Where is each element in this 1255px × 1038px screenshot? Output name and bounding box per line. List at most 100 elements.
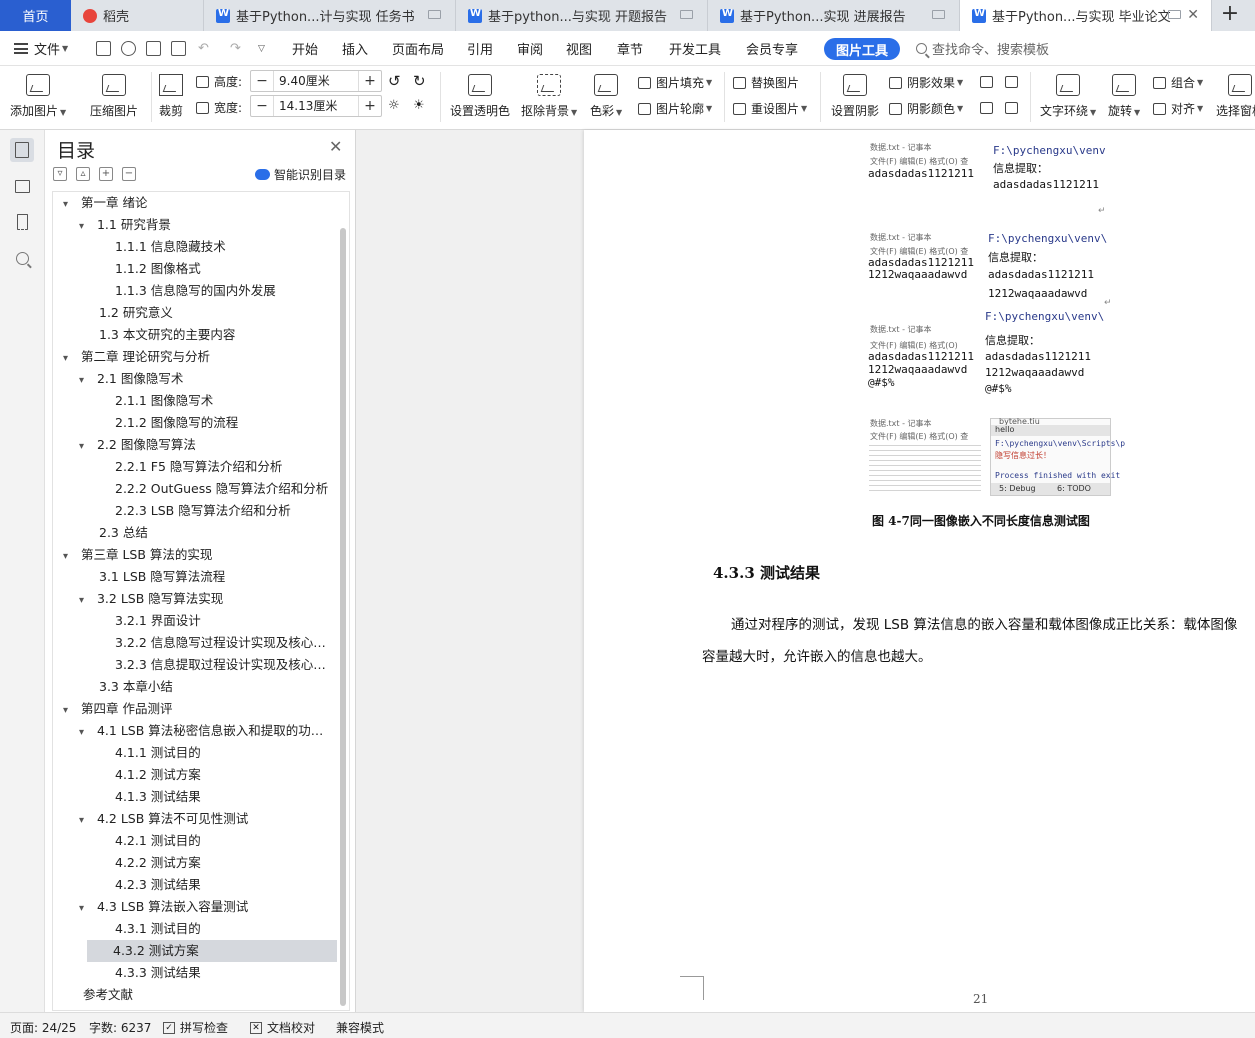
- rotate-left-icon[interactable]: ↺: [388, 72, 401, 90]
- menu-picture-tools[interactable]: 图片工具: [824, 38, 901, 60]
- reset-picture-button[interactable]: 重设图片 ▼: [733, 100, 807, 117]
- toc-item[interactable]: ▾ 4.1 LSB 算法秘密信息嵌入和提取的功能 ...: [53, 720, 333, 742]
- chevron-down-icon[interactable]: ▾: [79, 898, 93, 918]
- toc-item[interactable]: 1.1.1 信息隐藏技术: [53, 236, 333, 258]
- spell-check-toggle[interactable]: ✓ 拼写检查: [163, 1019, 228, 1036]
- decrease-height-button[interactable]: −: [251, 71, 273, 91]
- chapter-panel-button[interactable]: [10, 174, 34, 198]
- redo-icon[interactable]: ↷: [230, 31, 241, 66]
- toc-item[interactable]: 4.1.3 测试结果: [53, 786, 333, 808]
- toc-item[interactable]: ▾ 3.2 LSB 隐写算法实现: [53, 588, 333, 610]
- toc-item[interactable]: ▾ 1.1 研究背景: [53, 214, 333, 236]
- toc-scrollbar[interactable]: [340, 228, 346, 1006]
- tab-doc-3[interactable]: 基于Python...实现 进展报告: [708, 0, 960, 31]
- set-transparent-button[interactable]: 设置透明色: [450, 74, 510, 119]
- shadow-right-icon[interactable]: [1005, 102, 1018, 114]
- ai-recognize-toc-button[interactable]: 智能识别目录: [255, 166, 346, 183]
- toc-item[interactable]: 3.3 本章小结: [53, 676, 333, 698]
- set-shadow-button[interactable]: 设置阴影: [831, 74, 879, 119]
- toc-item[interactable]: ▾ 4.2 LSB 算法不可见性测试: [53, 808, 333, 830]
- toc-item[interactable]: 4.2.2 测试方案: [53, 852, 333, 874]
- toc-item[interactable]: 2.2.1 F5 隐写算法介绍和分析: [53, 456, 333, 478]
- increase-height-button[interactable]: +: [359, 71, 381, 91]
- toc-item[interactable]: 2.3 总结: [53, 522, 333, 544]
- shadow-up-icon[interactable]: [980, 76, 993, 88]
- bookmark-panel-button[interactable]: [10, 210, 34, 234]
- add-heading-icon[interactable]: +: [99, 167, 113, 181]
- replace-picture-button[interactable]: 替换图片: [733, 74, 799, 91]
- toc-item[interactable]: 1.2 研究意义: [53, 302, 333, 324]
- window-icon[interactable]: [680, 10, 693, 19]
- toc-item[interactable]: 4.1.2 测试方案: [53, 764, 333, 786]
- chevron-down-icon[interactable]: ▾: [79, 436, 93, 456]
- menu-developer[interactable]: 开发工具: [669, 31, 721, 66]
- toc-item[interactable]: ▾ 第四章 作品测评: [53, 698, 333, 720]
- chevron-down-icon[interactable]: ▾: [63, 546, 77, 566]
- page-indicator[interactable]: 页面: 24/25: [10, 1019, 76, 1036]
- crop-button[interactable]: 裁剪: [159, 74, 183, 119]
- command-search[interactable]: 查找命令、搜索模板: [916, 31, 1049, 66]
- menu-chapter[interactable]: 章节: [617, 31, 643, 66]
- brightness-down-icon[interactable]: ☼: [388, 98, 400, 113]
- chevron-down-icon[interactable]: ▾: [79, 722, 93, 742]
- figure-screenshot-4[interactable]: 数据.txt - 记事本 文件(F) 编辑(E) 格式(O) 查 bytehe.…: [866, 414, 1125, 498]
- undo-icon[interactable]: ↶: [198, 31, 209, 66]
- toc-item[interactable]: 参考文献: [53, 984, 333, 1006]
- shadow-left-icon[interactable]: [980, 102, 993, 114]
- shadow-color-button[interactable]: 阴影颜色 ▼: [889, 100, 963, 117]
- select-pane-button[interactable]: 选择窗格: [1216, 74, 1255, 119]
- align-button[interactable]: 对齐 ▼: [1153, 100, 1203, 117]
- menu-start[interactable]: 开始: [292, 31, 318, 66]
- toc-panel-button[interactable]: [10, 138, 34, 162]
- rotate-right-icon[interactable]: ↻: [413, 72, 426, 90]
- menu-view[interactable]: 视图: [566, 31, 592, 66]
- menu-insert[interactable]: 插入: [342, 31, 368, 66]
- picture-fill-button[interactable]: 图片填充 ▼: [638, 74, 712, 91]
- tab-doc-1[interactable]: 基于Python...计与实现 任务书: [204, 0, 456, 31]
- picture-outline-button[interactable]: 图片轮廓 ▼: [638, 100, 712, 117]
- chevron-down-icon[interactable]: ▾: [79, 590, 93, 610]
- group-button[interactable]: 组合 ▼: [1153, 74, 1203, 91]
- print-icon[interactable]: [146, 41, 161, 56]
- quick-access-dropdown-icon[interactable]: ▽: [258, 31, 265, 66]
- chevron-down-icon[interactable]: ▾: [63, 700, 77, 720]
- tab-daoke[interactable]: 稻壳: [71, 0, 204, 31]
- new-tab-button[interactable]: +: [1216, 3, 1244, 27]
- toc-item[interactable]: 3.1 LSB 隐写算法流程: [53, 566, 333, 588]
- close-icon[interactable]: ✕: [329, 137, 342, 156]
- height-spinner[interactable]: − 9.40厘米 +: [250, 70, 382, 92]
- file-menu[interactable]: 文件 ▼: [14, 31, 68, 66]
- height-input[interactable]: 9.40厘米: [273, 71, 359, 91]
- shadow-effect-button[interactable]: 阴影效果 ▼: [889, 74, 963, 91]
- menu-member[interactable]: 会员专享: [746, 31, 798, 66]
- decrease-width-button[interactable]: −: [251, 96, 273, 116]
- toc-item[interactable]: ▾ 4.3 LSB 算法嵌入容量测试: [53, 896, 333, 918]
- width-input[interactable]: 14.13厘米: [273, 96, 359, 116]
- chevron-down-icon[interactable]: ▾: [63, 194, 77, 214]
- text-wrap-button[interactable]: 文字环绕 ▼: [1040, 74, 1096, 119]
- figure-screenshot-2[interactable]: 数据.txt - 记事本 文件(F) 编辑(E) 格式(O) 查 adasdad…: [866, 230, 1107, 302]
- toc-item[interactable]: ▾ 2.1 图像隐写术: [53, 368, 333, 390]
- figure-screenshot-3[interactable]: 数据.txt - 记事本 文件(F) 编辑(E) 格式(O) adasdadas…: [866, 310, 1111, 398]
- toc-item[interactable]: 4.2.3 测试结果: [53, 874, 333, 896]
- toc-item[interactable]: ▾ 第三章 LSB 算法的实现: [53, 544, 333, 566]
- toc-item[interactable]: 2.2.3 LSB 隐写算法介绍和分析: [53, 500, 333, 522]
- menu-references[interactable]: 引用: [467, 31, 493, 66]
- increase-width-button[interactable]: +: [359, 96, 381, 116]
- shadow-down-icon[interactable]: [1005, 76, 1018, 88]
- rotate-button[interactable]: 旋转 ▼: [1108, 74, 1140, 119]
- compress-picture-button[interactable]: 压缩图片: [90, 74, 138, 119]
- toc-item[interactable]: 4.3.3 测试结果: [53, 962, 333, 984]
- find-panel-button[interactable]: [10, 246, 34, 270]
- toc-item[interactable]: 1.1.3 信息隐写的国内外发展: [53, 280, 333, 302]
- toc-item[interactable]: 4.1.1 测试目的: [53, 742, 333, 764]
- chevron-down-icon[interactable]: ▾: [63, 348, 77, 368]
- menu-page-layout[interactable]: 页面布局: [392, 31, 444, 66]
- toc-item[interactable]: 3.2.3 信息提取过程设计实现及核心代...: [53, 654, 333, 676]
- toc-item[interactable]: 2.2.2 OutGuess 隐写算法介绍和分析: [53, 478, 333, 500]
- toc-item[interactable]: ▾ 第一章 绪论: [53, 192, 333, 214]
- toc-item[interactable]: 1.3 本文研究的主要内容: [53, 324, 333, 346]
- menu-review[interactable]: 审阅: [517, 31, 543, 66]
- toc-item[interactable]: 3.2.2 信息隐写过程设计实现及核心代...: [53, 632, 333, 654]
- export-icon[interactable]: [121, 41, 136, 56]
